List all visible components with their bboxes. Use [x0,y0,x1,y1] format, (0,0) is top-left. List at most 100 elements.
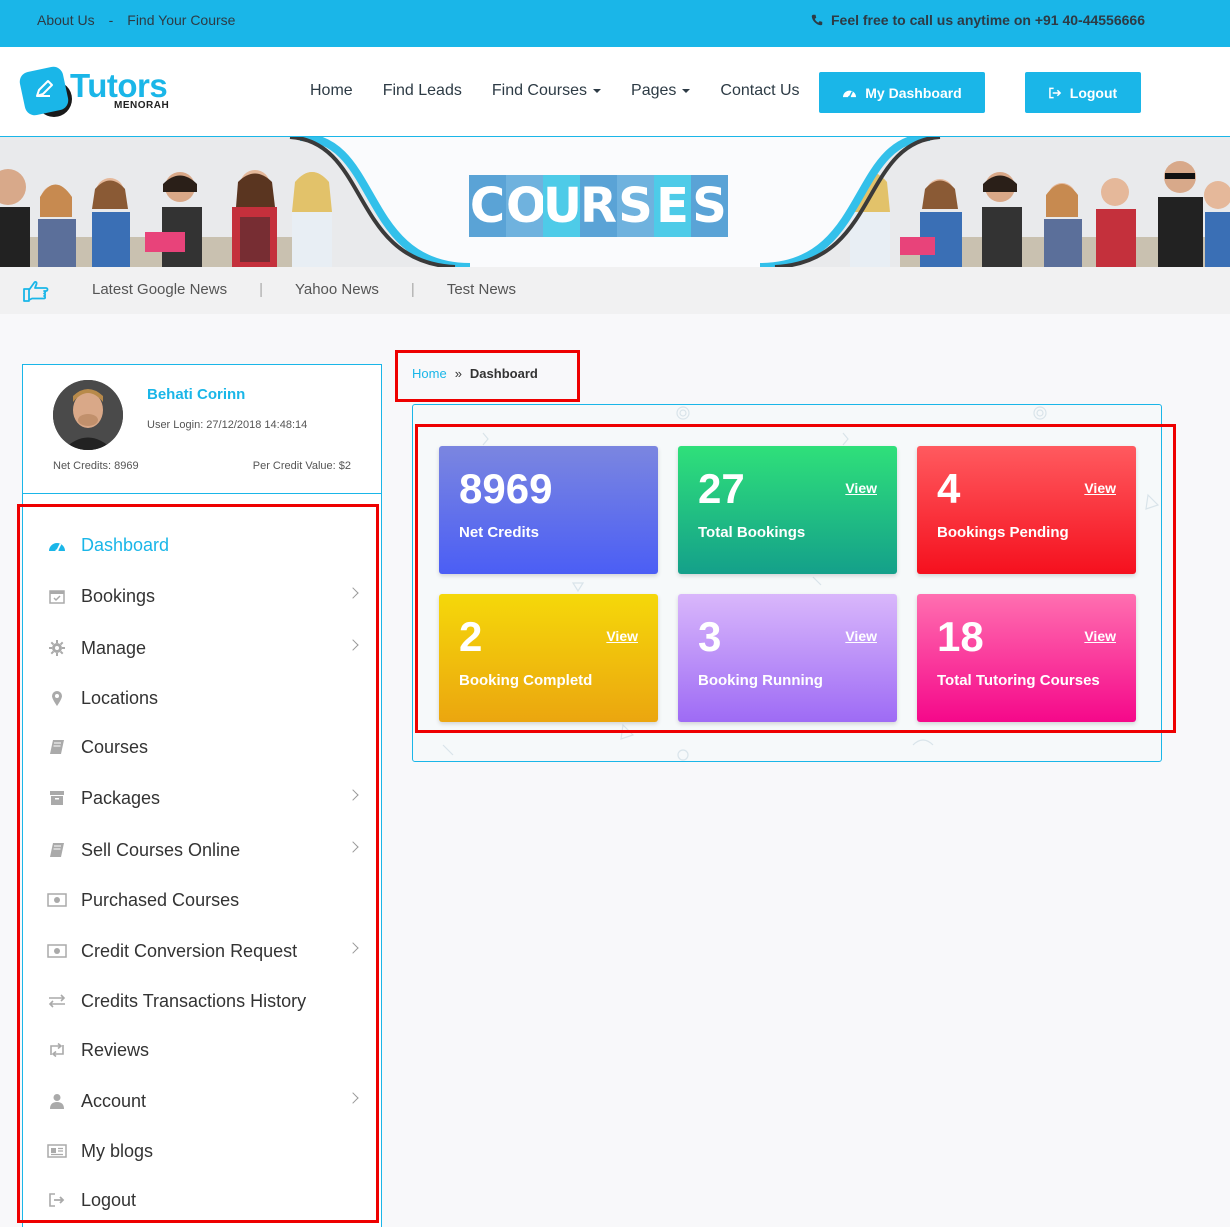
nav-pages[interactable]: Pages [631,82,691,100]
dashboard-icon [843,90,857,99]
sign-out-icon [1048,87,1061,98]
nav-home[interactable]: Home [310,82,353,100]
view-link[interactable]: View [845,480,877,496]
money-icon [47,890,67,910]
sidebar-menu: Dashboard Bookings Manage Locations Cour… [22,494,382,1227]
stats-panel: 8969 Net Credits 27 View Total Bookings … [412,404,1162,762]
nav-find-leads[interactable]: Find Leads [383,82,462,100]
banner-letter: U [543,175,582,237]
find-your-course-link[interactable]: Find Your Course [127,12,235,28]
hand-pointer-icon [23,281,49,302]
sidebar-item-locations[interactable]: Locations [47,683,357,713]
top-separator: - [108,12,114,28]
stat-card-total-tutoring-courses: 18 View Total Tutoring Courses [917,594,1136,722]
sidebar-item-label: Bookings [81,585,156,606]
banner-letter: R [580,175,617,237]
stat-card-total-bookings: 27 View Total Bookings [678,446,897,574]
my-dashboard-label: My Dashboard [865,84,962,101]
sidebar-item-label: Courses [81,736,149,757]
banner-letter: O [506,175,547,237]
map-pin-icon [47,688,67,708]
news-bar: Latest Google News | Yahoo News | Test N… [0,267,1230,314]
sidebar-item-packages[interactable]: Packages [47,783,359,813]
sidebar-item-purchased-courses[interactable]: Purchased Courses [47,885,357,915]
sidebar-item-label: Dashboard [81,534,170,555]
news-link-yahoo[interactable]: Yahoo News [295,281,379,298]
sidebar-item-credits-transactions-history[interactable]: Credits Transactions History [47,986,357,1016]
profile-name[interactable]: Behati Corinn [147,386,245,403]
breadcrumb-home[interactable]: Home [412,366,447,381]
sidebar-item-label: My blogs [81,1140,154,1161]
view-link[interactable]: View [1084,628,1116,644]
chevron-right-icon [347,841,359,853]
chevron-right-icon [347,639,359,651]
sidebar-item-label: Reviews [81,1039,150,1060]
nav-contact[interactable]: Contact Us [720,82,799,100]
stat-value: 3 [698,613,722,660]
sidebar-item-label: Account [81,1090,147,1111]
sidebar-item-manage[interactable]: Manage [47,633,359,663]
view-link[interactable]: View [845,628,877,644]
stat-value: 4 [937,465,961,512]
news-link-test[interactable]: Test News [447,281,516,298]
sidebar-item-label: Manage [81,637,147,658]
sidebar-item-reviews[interactable]: Reviews [47,1035,357,1065]
banner-letter: E [654,175,691,237]
sidebar-item-account[interactable]: Account [47,1086,359,1116]
pencil-icon [36,80,53,97]
retweet-icon [47,1040,67,1060]
top-links: About Us - Find Your Course [37,12,235,28]
site-logo[interactable]: Tutors MENORAH [17,64,182,118]
exchange-icon [47,991,67,1011]
banner-letter: S [691,175,728,237]
stat-label: Booking Running [698,672,823,689]
calendar-icon [47,586,67,606]
phone-icon [811,14,823,26]
logout-button[interactable]: Logout [1025,72,1141,113]
profile-login-time: User Login: 27/12/2018 14:48:14 [147,419,308,431]
chevron-right-icon [347,587,359,599]
nav-find-leads-label: Find Leads [382,82,462,99]
about-us-link[interactable]: About Us [37,12,95,28]
view-link[interactable]: View [606,628,638,644]
profile-card: Behati Corinn User Login: 27/12/2018 14:… [22,364,382,494]
call-text: Feel free to call us anytime on +91 40-4… [830,12,1145,28]
nav-find-courses[interactable]: Find Courses [491,82,602,100]
gear-icon [47,638,67,658]
sidebar-item-courses[interactable]: Courses [47,732,357,762]
site-header: Tutors MENORAH Home Find Leads Find Cour… [0,47,1230,137]
nav-contact-label: Contact Us [720,82,800,99]
sidebar-item-my-blogs[interactable]: My blogs [47,1136,357,1166]
profile-per-credit-value: Per Credit Value: $2 [252,460,351,472]
sidebar-item-credit-conversion-request[interactable]: Credit Conversion Request [47,936,359,966]
stat-value: 8969 [459,465,553,512]
call-info: Feel free to call us anytime on +91 40-4… [811,12,1145,28]
stat-label: Total Tutoring Courses [937,672,1100,689]
sidebar-item-label: Sell Courses Online [81,839,241,860]
news-link-google[interactable]: Latest Google News [92,281,227,298]
stat-value: 18 [937,613,984,660]
breadcrumb: Home » Dashboard [412,366,538,381]
nav-home-label: Home [310,82,353,99]
view-link[interactable]: View [1084,480,1116,496]
book-icon [47,840,67,860]
stat-label: Bookings Pending [937,524,1069,541]
sidebar-item-sell-courses-online[interactable]: Sell Courses Online [47,835,359,865]
chevron-right-icon [347,789,359,801]
sidebar-item-dashboard[interactable]: Dashboard [47,530,357,560]
chevron-right-icon [347,942,359,954]
logout-label: Logout [1069,84,1118,101]
sidebar-item-bookings[interactable]: Bookings [47,581,359,611]
top-bar: About Us - Find Your Course Feel free to… [0,0,1230,47]
nav-pages-label: Pages [631,82,677,99]
money-icon [47,941,67,961]
my-dashboard-button[interactable]: My Dashboard [819,72,985,113]
user-icon [47,1091,67,1111]
stat-card-booking-completed: 2 View Booking Completd [439,594,658,722]
logo-subtitle: MENORAH [114,100,170,111]
sidebar-item-logout[interactable]: Logout [47,1185,357,1215]
sidebar-item-label: Credits Transactions History [81,990,307,1011]
breadcrumb-current: Dashboard [469,366,538,381]
nav-find-courses-label: Find Courses [491,82,588,99]
banner-title: C O U R S E S [469,175,728,237]
